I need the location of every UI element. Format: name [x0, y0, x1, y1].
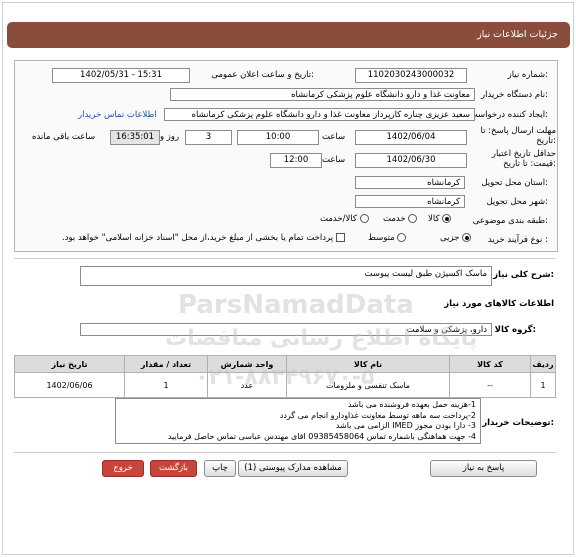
cell-date: 1402/06/06: [14, 372, 125, 398]
process-label: نوع فرآیند خرید :: [487, 235, 548, 245]
category-option-goods-label: کالا: [428, 214, 440, 224]
cell-unit: عدد: [207, 372, 287, 398]
reply-date-field: 1402/06/04: [355, 130, 467, 145]
remaining-time-label: ساعت باقی مانده: [32, 132, 96, 142]
checkbox-icon: [335, 233, 345, 242]
need-number-label: شماره نیاز:: [507, 70, 548, 80]
category-option-service-label: خدمت: [383, 214, 406, 224]
category-option-goods[interactable]: کالا: [428, 214, 452, 224]
process-option-minor-label: جزیی: [440, 233, 460, 243]
reply-deadline-label: مهلت ارسال پاسخ: تا تاریخ:: [480, 126, 556, 146]
page-title: جزئیات اطلاعات نیاز: [477, 29, 558, 40]
reply-time-field: 10:00: [237, 130, 319, 145]
table-row[interactable]: 1 -- ماسک تنفسی و ملزومات عدد 1 1402/06/…: [14, 372, 556, 398]
process-option-minor[interactable]: جزیی: [440, 233, 472, 243]
contact-buyer-link[interactable]: اطلاعات تماس خریدار: [78, 110, 157, 120]
creator-field: سعید عزیزی چناره کارپرداز معاونت غذا و د…: [164, 108, 475, 121]
note-line: 1-هزینه حمل بعهده فروشنده می باشد: [347, 400, 476, 409]
validity-label: حداقل تاریخ اعتبار قیمت: تا تاریخ:: [491, 149, 556, 169]
payment-note: پرداخت تمام یا بخشی از مبلغ خرید،از محل …: [62, 233, 334, 243]
cell-row: 1: [530, 372, 556, 398]
city-label: شهر محل تحویل:: [486, 197, 548, 207]
note-line: 4- جهت هماهنگی باشماره تماس 09385458064 …: [167, 431, 476, 441]
goods-group-label: گروه کالا:: [494, 325, 536, 335]
notes-label: توضیحات خریدار:: [482, 418, 554, 428]
radio-selected-icon: [442, 214, 452, 223]
payment-option[interactable]: پرداخت تمام یا بخشی از مبلغ خرید،از محل …: [62, 233, 345, 243]
province-label: استان محل تحویل:: [481, 178, 548, 188]
province-field: کرمانشاه: [355, 176, 465, 189]
buyer-label: نام دستگاه خریدار:: [481, 90, 548, 100]
goods-group-field: دارو، پزشکی و سلامت: [80, 323, 492, 336]
announce-label: تاریخ و ساعت اعلان عمومی:: [211, 70, 314, 80]
need-number-field: 1102030243000032: [355, 68, 467, 83]
reply-button[interactable]: پاسخ به نیاز: [430, 460, 537, 477]
summary-field: ماسک اکسیژن طبق لیست پیوست: [80, 266, 492, 286]
creator-label: ایجاد کننده درخواست:: [469, 110, 548, 120]
cell-code: --: [449, 372, 531, 398]
radio-icon: [359, 214, 369, 223]
title-bar: جزئیات اطلاعات نیاز: [7, 22, 570, 48]
cell-name: ماسک تنفسی و ملزومات: [286, 372, 450, 398]
divider: [14, 452, 556, 453]
print-button[interactable]: چاپ: [204, 460, 236, 477]
back-button[interactable]: بازگشت: [150, 460, 197, 477]
attachments-button[interactable]: مشاهده مدارک پیوستی (1): [238, 460, 348, 477]
col-row: ردیف: [530, 355, 556, 373]
process-option-medium-label: متوسط: [368, 233, 395, 243]
category-label: طبقه بندی موضوعی:: [472, 216, 548, 226]
col-qty: تعداد / مقدار: [124, 355, 208, 373]
category-option-both[interactable]: کالا/خدمت: [320, 214, 369, 224]
col-name: نام کالا: [286, 355, 450, 373]
col-date: تاریخ نیاز: [14, 355, 125, 373]
divider: [14, 258, 556, 259]
radio-selected-icon: [462, 233, 472, 242]
category-option-both-label: کالا/خدمت: [320, 214, 357, 224]
exit-button[interactable]: خروج: [102, 460, 144, 477]
col-code: کد کالا: [449, 355, 531, 373]
validity-time-field: 12:00: [270, 153, 322, 168]
cell-qty: 1: [124, 372, 208, 398]
reply-time-label: ساعت: [322, 132, 346, 142]
city-field: کرمانشاه: [355, 195, 465, 208]
days-label: روز و: [160, 132, 180, 142]
note-line: 2-پرداخت سه ماهه توسط معاونت غذاودارو ان…: [279, 410, 476, 420]
summary-label: شرح کلی نیاز:: [493, 270, 554, 280]
buyer-field: معاونت غذا و دارو دانشگاه علوم پزشکی کرم…: [170, 88, 475, 101]
validity-date-field: 1402/06/30: [355, 153, 467, 168]
radio-icon: [397, 233, 407, 242]
goods-section-title: اطلاعات کالاهای مورد نیاز: [444, 299, 554, 309]
note-line: 3- دارا بودن مجوز IMED الزامی می باشد: [335, 421, 476, 430]
process-option-medium[interactable]: متوسط: [368, 233, 407, 243]
col-unit: واحد شمارش: [207, 355, 287, 373]
announce-field: 1402/05/31 - 15:31: [52, 68, 190, 83]
radio-icon: [408, 214, 418, 223]
validity-time-label: ساعت: [322, 155, 346, 165]
table-header-row: ردیف کد کالا نام کالا واحد شمارش تعداد /…: [14, 355, 556, 373]
category-option-service[interactable]: خدمت: [383, 214, 418, 224]
remaining-time-field: 16:35:01: [110, 130, 160, 145]
goods-table: ردیف کد کالا نام کالا واحد شمارش تعداد /…: [14, 355, 556, 398]
days-field: 3: [185, 130, 232, 145]
buyer-notes: 1-هزینه حمل بعهده فروشنده می باشد 2-پردا…: [115, 398, 481, 444]
